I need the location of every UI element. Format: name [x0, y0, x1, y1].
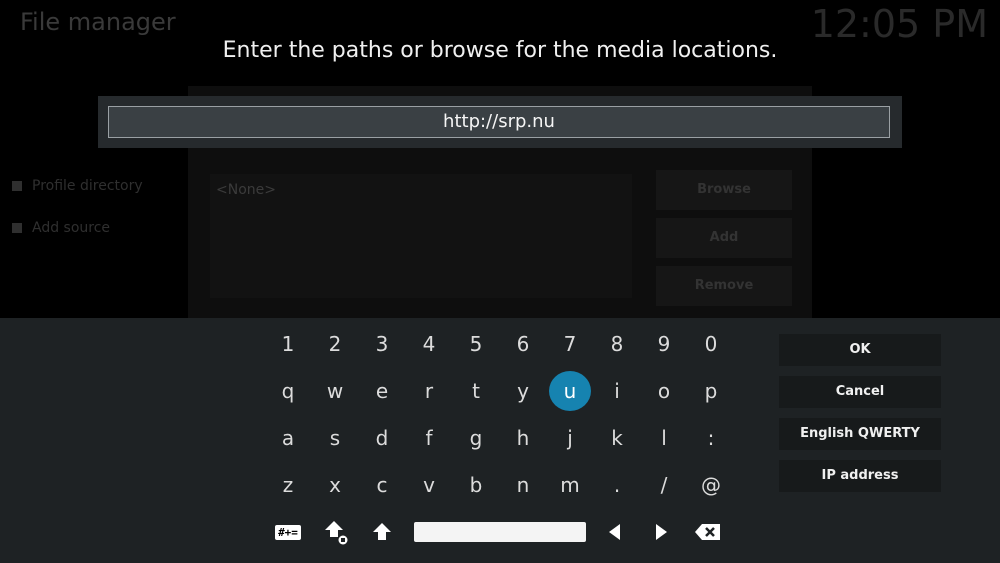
symbols-key[interactable]: #+= — [270, 512, 306, 552]
key-q[interactable]: q — [267, 371, 309, 411]
key-7[interactable]: 7 — [549, 324, 591, 364]
layout-button[interactable]: English QWERTY — [779, 418, 941, 450]
window-title: File manager — [20, 8, 176, 36]
key-y[interactable]: y — [502, 371, 544, 411]
arrow-left-icon — [609, 524, 620, 540]
shift-key[interactable] — [364, 512, 400, 552]
key-6[interactable]: 6 — [502, 324, 544, 364]
key-i[interactable]: i — [596, 371, 638, 411]
cursor-right-key[interactable] — [646, 512, 678, 552]
input-container: http://srp.nu — [98, 96, 902, 148]
space-key[interactable] — [414, 522, 586, 542]
key-e[interactable]: e — [361, 371, 403, 411]
key-g[interactable]: g — [455, 418, 497, 458]
key-a[interactable]: a — [267, 418, 309, 458]
key-p[interactable]: p — [690, 371, 732, 411]
key-5[interactable]: 5 — [455, 324, 497, 364]
sidebar-item-add-source: Add source — [12, 220, 110, 236]
key-9[interactable]: 9 — [643, 324, 685, 364]
browse-button: Browse — [656, 170, 792, 210]
backspace-icon — [695, 524, 720, 540]
cursor-left-key[interactable] — [598, 512, 630, 552]
key-3[interactable]: 3 — [361, 324, 403, 364]
folder-icon — [12, 181, 22, 191]
caps-lock-key[interactable] — [318, 512, 354, 552]
cancel-button[interactable]: Cancel — [779, 376, 941, 408]
caps-lock-icon — [325, 521, 348, 545]
key-u[interactable]: u — [549, 371, 591, 411]
key-z[interactable]: z — [267, 465, 309, 505]
key-2[interactable]: 2 — [314, 324, 356, 364]
key-o[interactable]: o — [643, 371, 685, 411]
key-t[interactable]: t — [455, 371, 497, 411]
key-h[interactable]: h — [502, 418, 544, 458]
key-d[interactable]: d — [361, 418, 403, 458]
key-m[interactable]: m — [549, 465, 591, 505]
key-w[interactable]: w — [314, 371, 356, 411]
key-l[interactable]: l — [643, 418, 685, 458]
key-j[interactable]: j — [549, 418, 591, 458]
key-b[interactable]: b — [455, 465, 497, 505]
key-1[interactable]: 1 — [267, 324, 309, 364]
folder-icon — [12, 223, 22, 233]
arrow-right-icon — [656, 524, 667, 540]
list-item: <None> — [216, 182, 276, 198]
key-c[interactable]: c — [361, 465, 403, 505]
key-f[interactable]: f — [408, 418, 450, 458]
key-8[interactable]: 8 — [596, 324, 638, 364]
add-button: Add — [656, 218, 792, 258]
ok-button[interactable]: OK — [779, 334, 941, 366]
key-x[interactable]: x — [314, 465, 356, 505]
key-r[interactable]: r — [408, 371, 450, 411]
backspace-key[interactable] — [690, 512, 726, 552]
key-k[interactable]: k — [596, 418, 638, 458]
key-n[interactable]: n — [502, 465, 544, 505]
key-at[interactable]: @ — [690, 465, 732, 505]
key-4[interactable]: 4 — [408, 324, 450, 364]
key-period[interactable]: . — [596, 465, 638, 505]
on-screen-keyboard: 1 2 3 4 5 6 7 8 9 0 q w e r t y u i o p a s d f g h j k l: z x c v b n m. / @… — [0, 318, 1000, 563]
key-0[interactable]: 0 — [690, 324, 732, 364]
key-slash[interactable]: / — [643, 465, 685, 505]
key-s[interactable]: s — [314, 418, 356, 458]
key-colon[interactable]: : — [690, 418, 732, 458]
ip-address-button[interactable]: IP address — [779, 460, 941, 492]
sidebar-item-profile-directory: Profile directory — [12, 178, 143, 194]
path-input[interactable]: http://srp.nu — [108, 106, 890, 138]
symbols-key-label: #+= — [275, 524, 301, 540]
key-v[interactable]: v — [408, 465, 450, 505]
shift-icon — [373, 523, 391, 540]
remove-button: Remove — [656, 266, 792, 306]
dialog-heading: Enter the paths or browse for the media … — [222, 38, 778, 63]
